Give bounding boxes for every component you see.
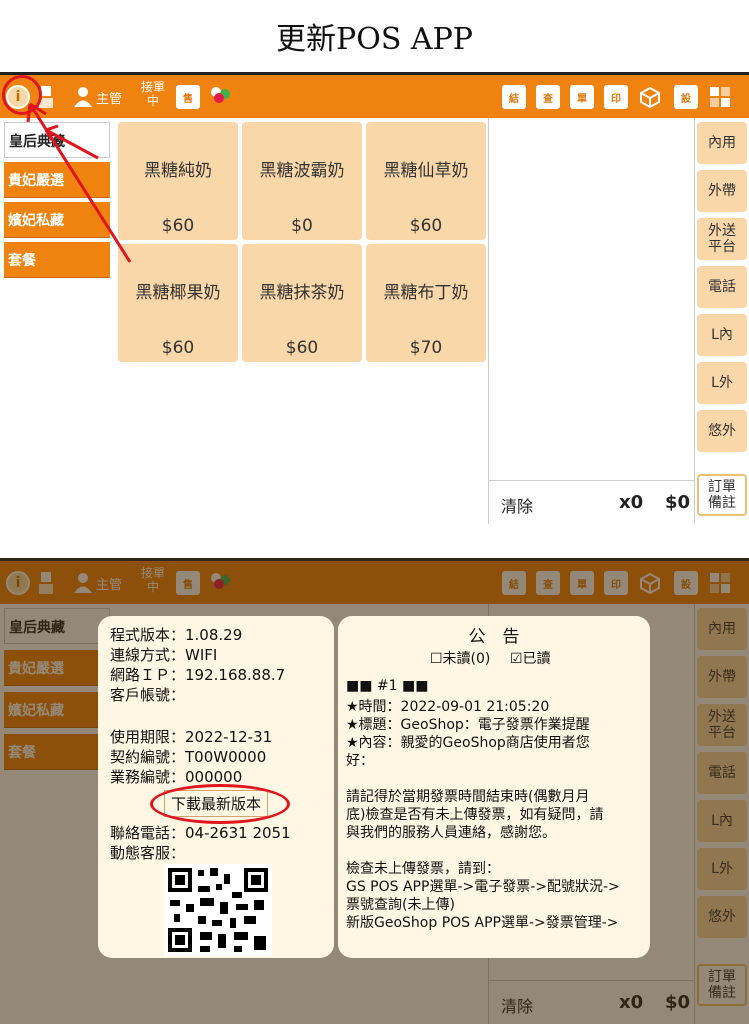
read-filter[interactable]: ☑已讀 [510, 648, 551, 668]
notice-line: ■■ #1 ■■ [346, 678, 429, 694]
notice-line: 與我們的服務人員連絡，感謝您。 [346, 825, 556, 841]
connection-type: 連線方式：WIFI [110, 646, 218, 664]
app-info-dialog: 程式版本：1.08.29 連線方式：WIFI 網路ＩＰ：192.168.88.7… [98, 616, 334, 958]
notice-line: ★內容：親愛的GeoShop商店使用者您 [346, 735, 590, 751]
notice-line: 檢查未上傳發票，請到： [346, 861, 500, 877]
notice-line: 請記得於當期發票時間結束時(偶數月月 [346, 789, 590, 805]
notice-line: 底)檢查是否有未上傳發票，如有疑問，請 [346, 807, 604, 823]
live-support-label: 動態客服： [110, 844, 186, 862]
contact-phone: 聯絡電話：04-2631 2051 [110, 824, 291, 842]
pos-screen-info-dialog: i 主管 接單中 售 結 查 單 印 設 皇后典藏 貴妃嚴選 嬪妃私藏 套餐 [0, 558, 749, 1024]
contract-number: 契約編號：T00W0000 [110, 748, 267, 766]
notice-line: 好： [346, 753, 374, 769]
notice-line: 票號查詢(未上傳) [346, 897, 455, 913]
network-ip: 網路ＩＰ：192.168.88.7 [110, 666, 286, 684]
notice-line: 新版GeoShop POS APP選單->發票管理-> [346, 915, 619, 931]
notice-line: ★標題：GeoShop：電子發票作業提醒 [346, 717, 590, 733]
notice-line: GS POS APP選單->電子發票->配號狀況-> [346, 879, 620, 895]
pos-screen-main: i 主管 接單中 售 結 查 單 印 設 皇后典藏 貴妃嚴選 嬪妃私藏 套餐 黑… [0, 72, 749, 524]
annotation-circle [150, 784, 290, 824]
customer-account: 客戶帳號： [110, 686, 186, 704]
announcement-title: 公 告 [468, 627, 520, 647]
notice-line: ★時間：2022-09-01 21:05:20 [346, 699, 550, 715]
qr-code[interactable] [164, 864, 272, 956]
page-title: 更新POS APP [276, 22, 473, 57]
expiry-date: 使用期限：2022-12-31 [110, 728, 273, 746]
annotation-arrows [26, 102, 132, 263]
app-version: 程式版本：1.08.29 [110, 626, 243, 644]
unread-filter[interactable]: ☐未讀(0) [430, 648, 490, 668]
announcement-dialog: 公 告 ☐未讀(0) ☑已讀 ■■ #1 ■■ ★時間：2022-09-01 2… [338, 616, 650, 958]
